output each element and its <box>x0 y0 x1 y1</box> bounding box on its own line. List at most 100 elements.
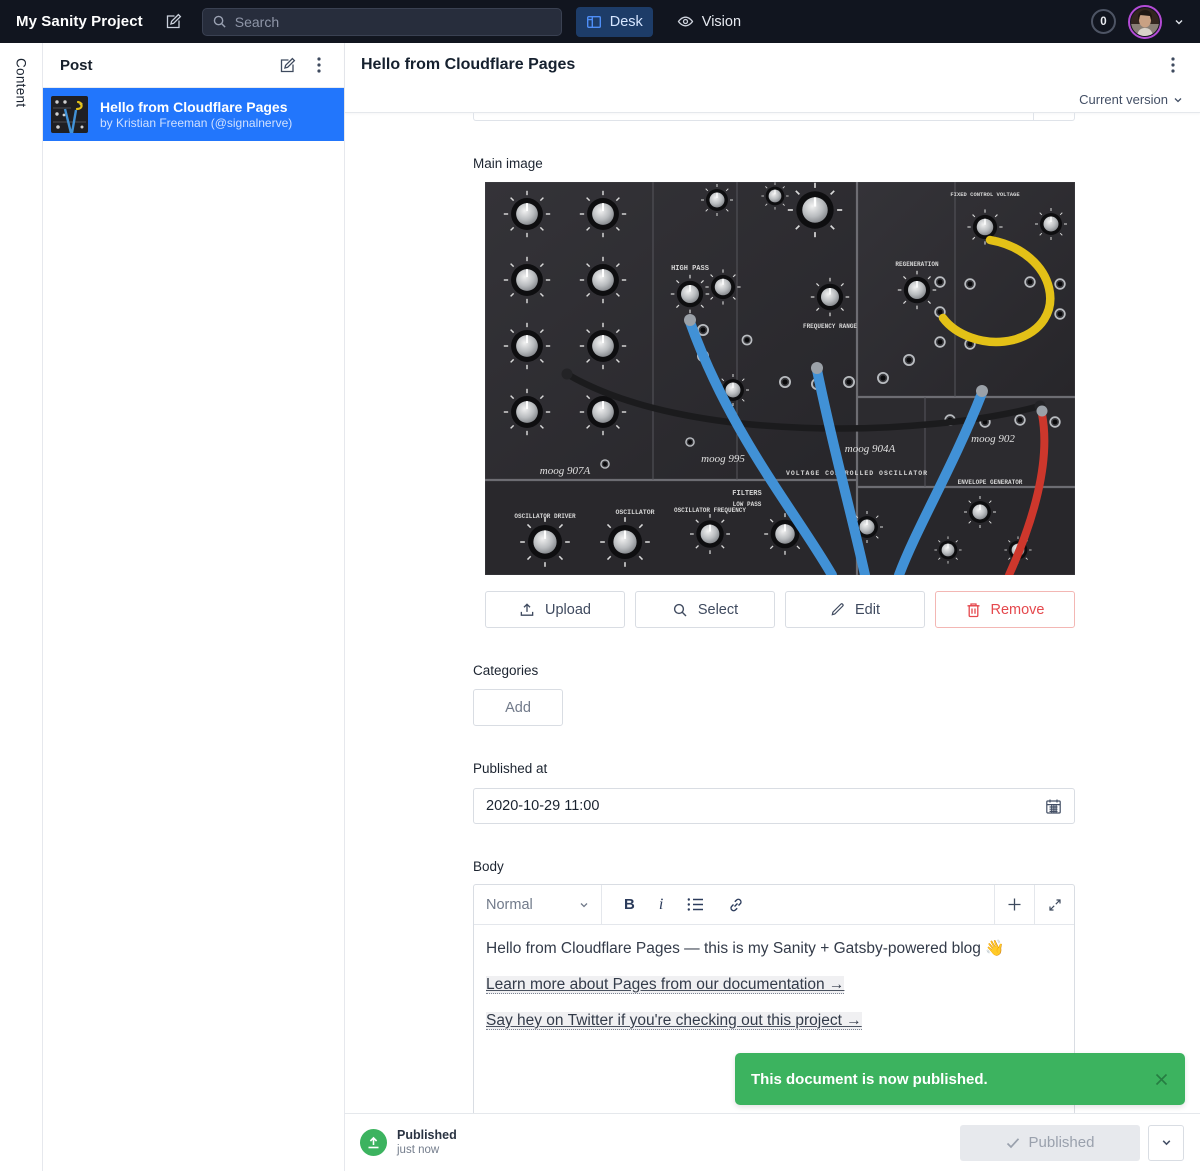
document-panel: Hello from Cloudflare Pages Current vers… <box>345 43 1200 1171</box>
list-item-subtitle: by Kristian Freeman (@signalnerve) <box>100 116 292 131</box>
toast-message: This document is now published. <box>751 1071 988 1088</box>
svg-text:FIXED CONTROL VOLTAGE: FIXED CONTROL VOLTAGE <box>950 191 1020 198</box>
pane-menu-button[interactable] <box>306 52 332 78</box>
body-label: Body <box>473 859 1075 874</box>
select-button[interactable]: Select <box>635 591 775 628</box>
remove-button[interactable]: Remove <box>935 591 1075 628</box>
body-link-twitter[interactable]: Say hey on Twitter if you're checking ou… <box>486 1012 862 1030</box>
trash-icon <box>966 602 981 618</box>
tab-vision[interactable]: Vision <box>667 7 751 37</box>
edit-button[interactable]: Edit <box>785 591 925 628</box>
project-title[interactable]: My Sanity Project <box>16 13 143 30</box>
presence-count-badge[interactable]: 0 <box>1091 9 1116 34</box>
list-item-text: Hello from Cloudflare Pages by Kristian … <box>100 98 292 131</box>
published-status-icon <box>360 1129 387 1156</box>
search-input[interactable] <box>235 14 552 30</box>
svg-text:OSCILLATOR DRIVER: OSCILLATOR DRIVER <box>514 513 576 520</box>
chevron-down-icon <box>1173 95 1183 105</box>
compose-icon <box>279 57 296 74</box>
publish-actions-chevron[interactable] <box>1148 1125 1184 1161</box>
version-label: Current version <box>1079 92 1168 107</box>
publish-button[interactable]: Published <box>960 1125 1140 1161</box>
italic-button[interactable]: i <box>659 896 663 914</box>
insert-block-button[interactable] <box>994 885 1034 924</box>
list-pane-header: Post <box>43 43 344 88</box>
main-image-preview[interactable]: HIGH PASS FREQUENCY RANGE REGENERATION F… <box>485 182 1075 575</box>
search-icon <box>212 14 227 29</box>
document-header: Hello from Cloudflare Pages Current vers… <box>345 43 1200 113</box>
compose-button[interactable] <box>165 13 182 30</box>
eye-icon <box>677 13 694 30</box>
remove-label: Remove <box>991 602 1045 618</box>
svg-text:FREQUENCY RANGE: FREQUENCY RANGE <box>803 323 857 330</box>
publish-status-title: Published <box>397 1128 457 1143</box>
list-item-post[interactable]: Hello from Cloudflare Pages by Kristian … <box>43 88 344 141</box>
check-icon <box>1006 1137 1020 1149</box>
post-thumbnail <box>51 96 88 133</box>
document-menu-button[interactable] <box>1160 52 1186 78</box>
toast-close-button[interactable] <box>1154 1072 1169 1087</box>
publish-status-text: Published just now <box>397 1128 457 1157</box>
sidebar-item-content[interactable]: Content <box>14 58 29 1171</box>
main-image-label: Main image <box>473 156 1075 171</box>
desk-icon <box>586 14 602 30</box>
kebab-menu-icon <box>317 57 321 73</box>
link-button[interactable] <box>728 897 744 913</box>
search-box[interactable] <box>202 8 562 36</box>
publish-toast: This document is now published. <box>735 1053 1185 1105</box>
user-avatar[interactable] <box>1128 5 1162 39</box>
svg-text:moog 902: moog 902 <box>971 433 1015 445</box>
publish-status[interactable]: Published just now <box>360 1128 457 1157</box>
svg-text:moog 904A: moog 904A <box>845 443 896 455</box>
version-selector[interactable]: Current version <box>345 87 1200 112</box>
categories-label: Categories <box>473 663 1075 678</box>
document-form-scroll[interactable]: Main image <box>345 113 1200 1113</box>
fullscreen-button[interactable] <box>1034 885 1074 924</box>
tab-desk-label: Desk <box>610 14 643 30</box>
block-style-select[interactable]: Normal <box>474 885 602 924</box>
svg-text:REGENERATION: REGENERATION <box>895 261 939 268</box>
svg-text:moog 995: moog 995 <box>701 453 745 465</box>
search-icon <box>672 602 688 618</box>
published-at-value: 2020-10-29 11:00 <box>486 798 599 814</box>
expand-icon <box>1048 898 1062 912</box>
block-style-value: Normal <box>486 897 533 913</box>
plus-icon <box>1007 897 1022 912</box>
link-icon <box>728 897 744 913</box>
compose-icon <box>165 13 182 30</box>
svg-text:ENVELOPE GENERATOR: ENVELOPE GENERATOR <box>958 479 1023 486</box>
published-at-label: Published at <box>473 761 1075 776</box>
published-at-input[interactable]: 2020-10-29 11:00 <box>473 788 1075 824</box>
body-link-docs[interactable]: Learn more about Pages from our document… <box>486 976 844 994</box>
upload-button[interactable]: Upload <box>485 591 625 628</box>
svg-text:HIGH PASS: HIGH PASS <box>671 265 709 273</box>
edit-label: Edit <box>855 602 880 618</box>
bullet-list-button[interactable] <box>687 897 704 912</box>
calendar-icon[interactable] <box>1045 798 1062 815</box>
list-item-title: Hello from Cloudflare Pages <box>100 98 292 116</box>
document-title: Hello from Cloudflare Pages <box>361 56 575 74</box>
publish-button-label: Published <box>1029 1134 1095 1151</box>
editor-toolbar: Normal B i <box>474 885 1074 925</box>
chevron-down-icon <box>1161 1137 1172 1148</box>
svg-text:FILTERS: FILTERS <box>732 490 761 498</box>
svg-text:OSCILLATOR FREQUENCY: OSCILLATOR FREQUENCY <box>674 507 746 514</box>
bullet-list-icon <box>687 897 704 912</box>
title-field-clipped[interactable] <box>473 113 1075 121</box>
tab-desk[interactable]: Desk <box>576 7 653 37</box>
bold-button[interactable]: B <box>624 896 635 913</box>
top-navbar: My Sanity Project Desk Vision 0 <box>0 0 1200 43</box>
body-paragraph[interactable]: Hello from Cloudflare Pages — this is my… <box>486 940 1062 957</box>
upload-icon <box>519 602 535 618</box>
kebab-menu-icon <box>1171 57 1175 73</box>
content-rail: Content <box>0 43 43 1171</box>
chevron-down-icon <box>579 900 589 910</box>
tab-vision-label: Vision <box>702 14 741 30</box>
close-icon <box>1154 1072 1169 1087</box>
add-category-button[interactable]: Add <box>473 689 563 726</box>
document-footer: Published just now Published <box>345 1113 1200 1171</box>
post-list-panel: Post Hello from Cloudflare Pages by Kris… <box>43 43 345 1171</box>
editor-content[interactable]: Hello from Cloudflare Pages — this is my… <box>474 925 1074 1063</box>
chevron-down-icon[interactable] <box>1174 17 1184 27</box>
new-document-button[interactable] <box>274 52 300 78</box>
